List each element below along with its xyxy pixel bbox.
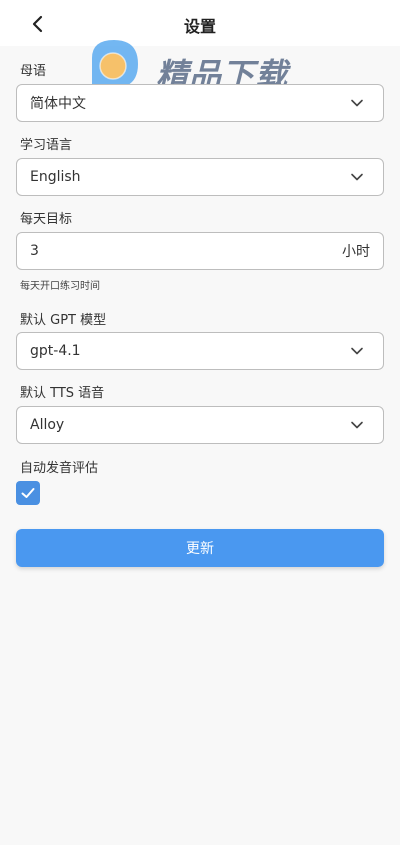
settings-page: 设置 精品下载 www.j9p.com 母语 简体中文 学习语言 English… (0, 0, 400, 845)
chevron-down-icon (351, 99, 363, 107)
gpt-model-select[interactable]: gpt-4.1 (16, 332, 384, 370)
daily-goal-value: 3 (30, 243, 39, 259)
native-language-value: 简体中文 (30, 96, 86, 112)
daily-goal-label: 每天目标 (20, 212, 73, 227)
checkmark-icon (21, 488, 35, 498)
learning-language-label: 学习语言 (20, 138, 73, 153)
header-bar: 设置 (0, 0, 400, 46)
daily-goal-input[interactable]: 3 小时 (16, 232, 384, 270)
chevron-down-icon (351, 421, 363, 429)
daily-goal-unit: 小时 (342, 244, 370, 260)
native-language-select[interactable]: 简体中文 (16, 84, 384, 122)
gpt-model-value: gpt-4.1 (30, 343, 81, 359)
tts-voice-label: 默认 TTS 语音 (20, 386, 105, 401)
tts-voice-select[interactable]: Alloy (16, 406, 384, 444)
learning-language-select[interactable]: English (16, 158, 384, 196)
native-language-label: 母语 (20, 64, 47, 79)
auto-pronunciation-checkbox[interactable] (16, 481, 40, 505)
chevron-down-icon (351, 173, 363, 181)
chevron-down-icon (351, 347, 363, 355)
auto-pronunciation-label: 自动发音评估 (20, 461, 99, 476)
tts-voice-value: Alloy (30, 417, 65, 433)
learning-language-value: English (30, 169, 81, 185)
gpt-model-label: 默认 GPT 模型 (20, 313, 107, 328)
update-button[interactable]: 更新 (16, 529, 384, 567)
page-title: 设置 (183, 17, 216, 36)
daily-goal-hint: 每天开口练习时间 (20, 281, 100, 292)
